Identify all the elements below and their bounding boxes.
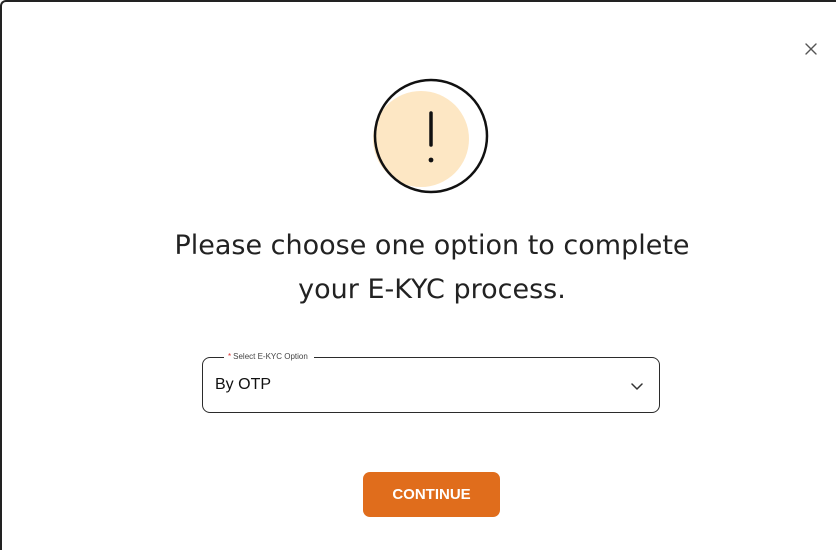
close-icon bbox=[805, 43, 817, 55]
select-value: By OTP bbox=[215, 376, 272, 393]
close-button[interactable] bbox=[800, 38, 822, 60]
title-line-2: your E-KYC process. bbox=[298, 274, 566, 305]
select-label: * Select E-KYC Option bbox=[224, 351, 314, 363]
dialog-title: Please choose one option to complete you… bbox=[82, 224, 782, 312]
exclamation-icon bbox=[373, 78, 489, 194]
ekyc-dialog: Please choose one option to complete you… bbox=[0, 0, 836, 550]
ekyc-option-select[interactable]: * Select E-KYC Option By OTP bbox=[202, 351, 660, 413]
continue-button[interactable]: CONTINUE bbox=[363, 472, 500, 517]
select-label-text: Select E-KYC Option bbox=[233, 352, 308, 361]
chevron-down-icon bbox=[631, 383, 643, 390]
title-line-1: Please choose one option to complete bbox=[174, 230, 690, 261]
required-mark: * bbox=[228, 352, 232, 361]
